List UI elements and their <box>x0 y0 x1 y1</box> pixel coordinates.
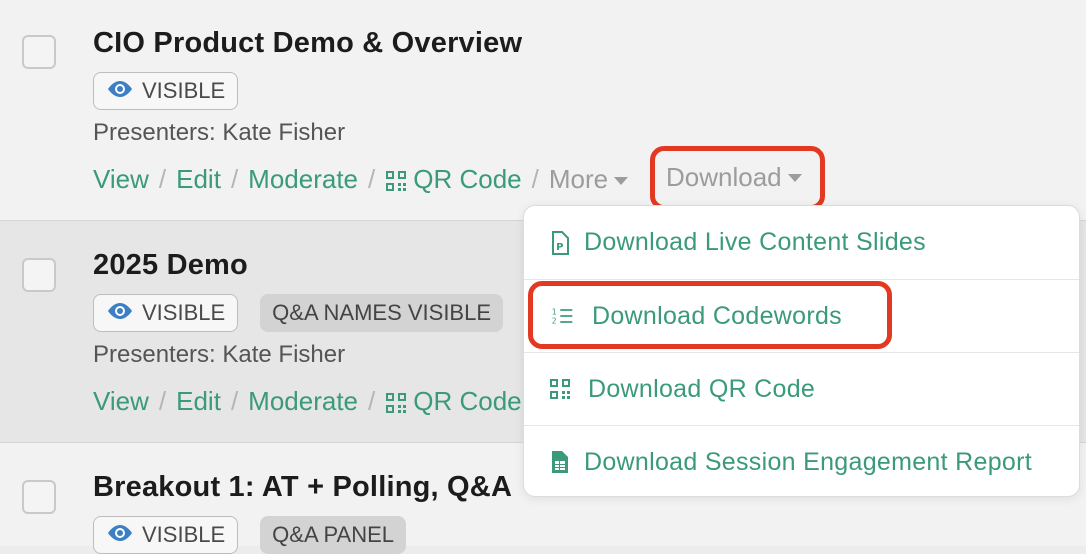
session-title[interactable]: CIO Product Demo & Overview <box>93 27 522 60</box>
pdf-file-icon: P <box>548 230 572 255</box>
qr-code-label: QR Code <box>413 164 522 194</box>
menu-item-label: Download QR Code <box>588 374 816 403</box>
qr-code-icon <box>385 392 407 414</box>
qr-code-icon <box>548 378 572 400</box>
moderate-link[interactable]: Moderate <box>248 164 358 195</box>
presenters-text: Presenters: Kate Fisher <box>93 341 346 368</box>
eye-icon <box>106 522 134 548</box>
separator: / <box>368 164 376 194</box>
separator: / <box>531 164 539 194</box>
session-badges: VISIBLE <box>93 72 239 110</box>
download-menu: P Download Live Content Slides 12 Downlo… <box>523 205 1080 497</box>
caret-down-icon <box>614 177 629 186</box>
separator: / <box>158 164 167 194</box>
menu-item-label: Download Live Content Slides <box>584 228 926 256</box>
separator: / <box>230 386 239 416</box>
session-checkbox[interactable] <box>22 480 56 514</box>
moderate-link[interactable]: Moderate <box>248 386 358 417</box>
badge-label: VISIBLE <box>142 78 226 103</box>
qa-panel-badge: Q&A PANEL <box>260 516 407 554</box>
spreadsheet-file-icon <box>548 450 572 474</box>
view-link[interactable]: View <box>93 164 149 195</box>
download-highlight-box <box>650 146 825 210</box>
session-checkbox[interactable] <box>22 258 56 292</box>
session-badges: VISIBLE Q&A NAMES VISIBLE <box>93 294 504 332</box>
qa-names-visible-badge: Q&A NAMES VISIBLE <box>260 294 504 332</box>
view-link[interactable]: View <box>93 386 149 417</box>
qr-code-icon <box>385 170 407 192</box>
session-actions: View / Edit / Moderate / QR Code / More <box>93 164 629 195</box>
session-checkbox[interactable] <box>22 35 56 69</box>
more-dropdown[interactable]: More <box>548 164 629 195</box>
separator: / <box>230 164 239 194</box>
qr-code-label: QR Code <box>413 386 522 416</box>
session-row: CIO Product Demo & Overview VISIBLE Pres… <box>0 0 1086 221</box>
session-title[interactable]: Breakout 1: AT + Polling, Q&A <box>93 471 512 504</box>
edit-link[interactable]: Edit <box>176 164 221 195</box>
separator: / <box>368 386 376 416</box>
qr-code-link[interactable]: QR Code <box>385 386 522 417</box>
session-title[interactable]: 2025 Demo <box>93 249 248 282</box>
eye-icon <box>106 300 134 326</box>
visible-badge: VISIBLE <box>93 294 239 332</box>
download-qr-code-item[interactable]: Download QR Code <box>524 352 1079 425</box>
svg-text:P: P <box>556 242 564 253</box>
session-badges: VISIBLE Q&A PANEL <box>93 516 407 554</box>
download-live-content-slides-item[interactable]: P Download Live Content Slides <box>524 206 1079 279</box>
edit-link[interactable]: Edit <box>176 386 221 417</box>
download-session-engagement-report-item[interactable]: Download Session Engagement Report <box>524 425 1079 498</box>
visible-badge: VISIBLE <box>93 72 239 110</box>
visible-badge: VISIBLE <box>93 516 239 554</box>
eye-icon <box>106 78 134 104</box>
presenters-text: Presenters: Kate Fisher <box>93 119 346 146</box>
badge-label: VISIBLE <box>142 300 226 325</box>
session-actions: View / Edit / Moderate / QR Code <box>93 386 522 417</box>
badge-label: VISIBLE <box>142 522 226 547</box>
menu-item-label: Download Session Engagement Report <box>584 447 1032 476</box>
more-label: More <box>548 164 609 194</box>
codewords-highlight-box <box>528 281 892 349</box>
separator: / <box>158 386 167 416</box>
qr-code-link[interactable]: QR Code <box>385 164 522 195</box>
